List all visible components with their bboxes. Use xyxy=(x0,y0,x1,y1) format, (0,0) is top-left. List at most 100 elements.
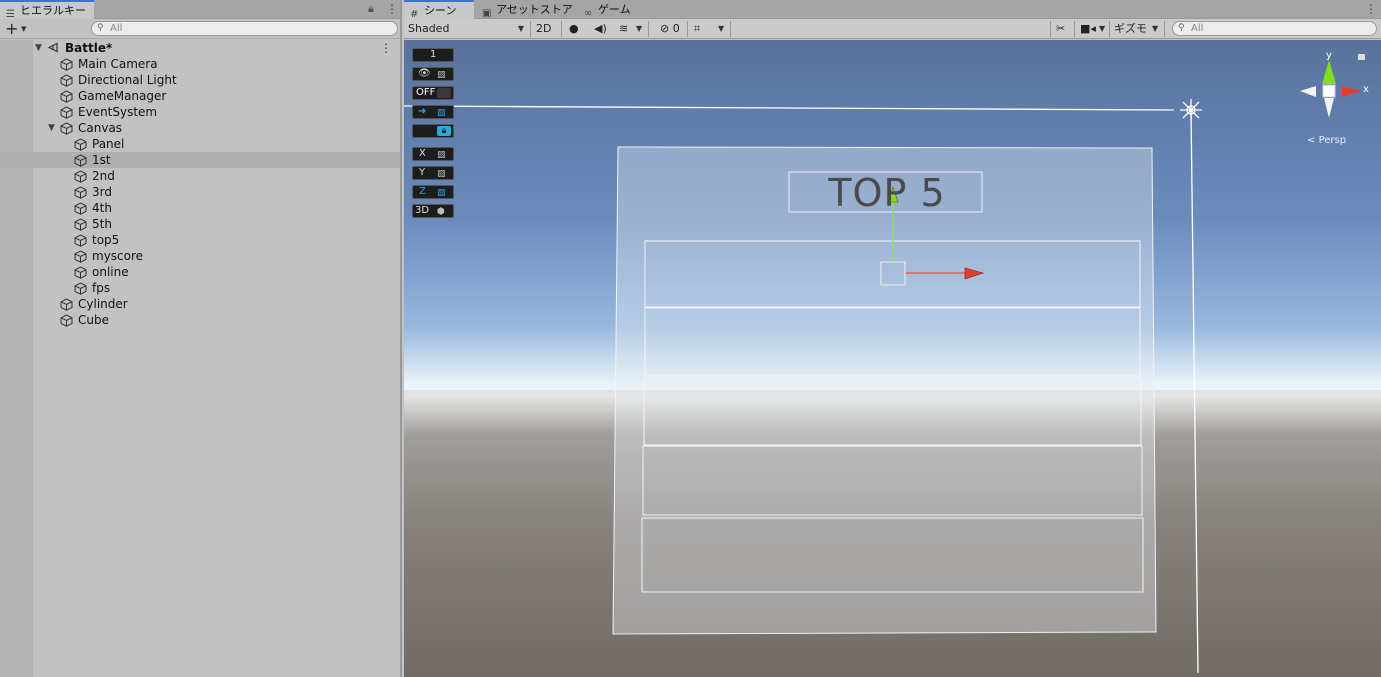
hierarchy-item-label: 3rd xyxy=(92,185,112,199)
grid-hatch-icon: ▨ xyxy=(437,150,446,160)
hierarchy-item[interactable]: 4th xyxy=(0,200,400,216)
gameobject-cube-icon xyxy=(60,106,73,119)
hierarchy-item[interactable]: fps xyxy=(0,280,400,296)
orientation-gizmo[interactable] xyxy=(1300,54,1365,118)
tab-hierarchy[interactable]: ☰ ヒエラルキー xyxy=(0,0,94,20)
shading-mode-dropdown[interactable]: Shaded ▼ xyxy=(408,19,526,39)
gameobject-cube-icon xyxy=(74,250,87,263)
hierarchy-item[interactable]: Main Camera xyxy=(0,56,400,72)
directional-light-icon[interactable] xyxy=(1180,99,1202,121)
expand-arrow-icon[interactable]: ▼ xyxy=(35,40,42,56)
axis-x-button[interactable]: X ▨ xyxy=(412,147,454,161)
lock-overlay-button[interactable]: 🔒︎ xyxy=(412,124,454,138)
camera-icon[interactable]: ■◂ xyxy=(1080,19,1096,39)
hierarchy-item[interactable]: GameManager xyxy=(0,88,400,104)
hierarchy-item[interactable]: 2nd xyxy=(0,168,400,184)
hierarchy-tabbar: ☰ ヒエラルキー 🔒︎ ⋮ xyxy=(0,0,400,20)
scene-menu-icon[interactable]: ⋮ xyxy=(380,40,392,56)
separator xyxy=(1109,21,1110,37)
visibility-overlay-button[interactable]: 👁︎ ▨ xyxy=(412,67,454,81)
move-snap-button[interactable]: ➜ ▨ xyxy=(412,105,454,119)
scene-name: Battle* xyxy=(65,41,113,55)
hierarchy-item[interactable]: ▼ Canvas xyxy=(0,120,400,136)
lock-icon[interactable]: 🔒︎ xyxy=(368,2,374,16)
hierarchy-item-label: Directional Light xyxy=(78,73,177,87)
create-dropdown-icon[interactable]: ▼ xyxy=(21,25,26,33)
create-plus-icon[interactable]: + xyxy=(5,19,18,39)
panel-menu-icon[interactable]: ⋮ xyxy=(386,2,398,16)
hierarchy-panel: ☰ ヒエラルキー 🔒︎ ⋮ + ▼ ⚲ All ▼ Battle* ⋮ Main… xyxy=(0,0,402,677)
tab-asset-store-label: アセットストア xyxy=(496,3,573,16)
hierarchy-item[interactable]: Cube xyxy=(0,312,400,328)
hierarchy-item-label: GameManager xyxy=(78,89,167,103)
expand-arrow-icon[interactable]: ▼ xyxy=(48,120,55,136)
scene-toolbar: Shaded ▼ 2D ● ◀︎) ≋ ▼ ⊘ 0 ⌗ ▼ ✂︎ ■◂ ▼ ギズ… xyxy=(404,19,1381,39)
axis-y-button[interactable]: Y ▨ xyxy=(412,166,454,180)
gizmo-negy-cone-icon[interactable] xyxy=(1324,98,1334,118)
hierarchy-item[interactable]: EventSystem xyxy=(0,104,400,120)
hierarchy-item-label: 2nd xyxy=(92,169,115,183)
scene-search-placeholder: All xyxy=(1191,23,1204,34)
layer-number: 1 xyxy=(430,49,437,60)
separator xyxy=(1050,21,1051,37)
gizmo-lock-icon[interactable] xyxy=(1358,54,1365,60)
hierarchy-item-label: Cube xyxy=(78,313,109,327)
tab-asset-store[interactable]: ▣ アセットストア xyxy=(476,0,581,19)
hierarchy-item[interactable]: Cylinder xyxy=(0,296,400,312)
toggle-knob xyxy=(437,88,451,98)
mode-3d-button[interactable]: 3D ⬢ xyxy=(412,204,454,218)
gizmo-negx-cone-icon[interactable] xyxy=(1300,86,1316,97)
hierarchy-item-label: Panel xyxy=(92,137,125,151)
tab-scene[interactable]: # シーン xyxy=(404,0,474,20)
hierarchy-search-input[interactable]: ⚲ All xyxy=(91,21,398,36)
gizmo-x-cone-icon[interactable] xyxy=(1342,86,1362,97)
gizmos-dropdown-icon[interactable]: ▼ xyxy=(1152,19,1158,39)
audio-speaker-icon[interactable]: ◀︎) xyxy=(594,19,607,39)
effects-dropdown-icon[interactable]: ▼ xyxy=(636,19,642,39)
hierarchy-item[interactable]: online xyxy=(0,264,400,280)
shading-mode-label: Shaded xyxy=(408,22,450,35)
scene-panel-menu-icon[interactable]: ⋮ xyxy=(1365,2,1377,16)
gameobject-cube-icon xyxy=(74,282,87,295)
scene-visibility-toggle[interactable]: ⊘ 0 xyxy=(660,19,680,39)
separator xyxy=(648,21,649,37)
scene-viewport[interactable]: 1 👁︎ ▨ OFF ➜ ▨ 🔒︎ X ▨ Y ▨ Z ▨ 3D ⬢ TOP 5… xyxy=(404,40,1381,677)
persp-chevron-icon: < xyxy=(1307,135,1316,146)
hierarchy-item[interactable]: Directional Light xyxy=(0,72,400,88)
scene-tabbar: # シーン ▣ アセットストア ∞ ゲーム ⋮ xyxy=(404,0,1381,20)
off-toggle-button[interactable]: OFF xyxy=(412,86,454,100)
scene-root-row[interactable]: ▼ Battle* ⋮ xyxy=(0,40,400,56)
grid-dropdown-icon[interactable]: ▼ xyxy=(718,19,724,39)
unity-scene-icon xyxy=(47,42,58,53)
hierarchy-item[interactable]: 5th xyxy=(0,216,400,232)
lighting-bulb-icon[interactable]: ● xyxy=(569,19,579,39)
gizmo-center-cube[interactable] xyxy=(1322,84,1336,98)
hierarchy-item[interactable]: 3rd xyxy=(0,184,400,200)
tab-scene-label: シーン xyxy=(424,4,457,17)
hierarchy-item[interactable]: Panel xyxy=(0,136,400,152)
toggle-2d-button[interactable]: 2D xyxy=(536,19,551,39)
gizmo-y-cone-icon[interactable] xyxy=(1322,60,1336,84)
gizmos-button[interactable]: ギズモ xyxy=(1114,19,1147,39)
panel-rect[interactable] xyxy=(612,146,1157,635)
separator xyxy=(687,21,688,37)
projection-toggle[interactable]: < Persp xyxy=(1307,135,1346,146)
eye-icon: 👁︎ xyxy=(418,68,431,79)
gizmos-label: ギズモ xyxy=(1114,22,1147,35)
grid-snap-icon[interactable]: ⌗ xyxy=(694,19,700,39)
axis-z-button[interactable]: Z ▨ xyxy=(412,185,454,199)
camera-dropdown-icon[interactable]: ▼ xyxy=(1099,19,1105,39)
layer-number-button[interactable]: 1 xyxy=(412,48,454,62)
arrow-right-icon: ➜ xyxy=(418,106,427,117)
hierarchy-item[interactable]: top5 xyxy=(0,232,400,248)
hierarchy-item[interactable]: 1st xyxy=(0,152,400,168)
hierarchy-item[interactable]: myscore xyxy=(0,248,400,264)
hierarchy-tree: ▼ Battle* ⋮ Main Camera Directional Light… xyxy=(0,40,400,328)
tab-game[interactable]: ∞ ゲーム xyxy=(578,0,639,19)
gameobject-cube-icon xyxy=(60,298,73,311)
projection-label: Persp xyxy=(1318,135,1347,146)
gameobject-cube-icon xyxy=(60,74,73,87)
scene-search-input[interactable]: ⚲ All xyxy=(1172,21,1377,36)
tools-icon[interactable]: ✂︎ xyxy=(1056,19,1065,39)
effects-layers-icon[interactable]: ≋ xyxy=(619,19,628,39)
